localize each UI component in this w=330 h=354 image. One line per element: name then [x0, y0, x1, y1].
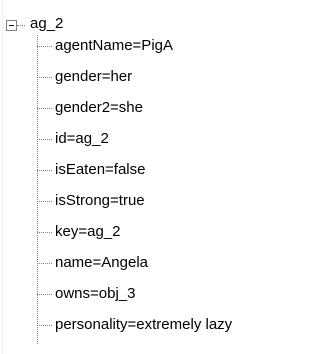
left-edge-rule — [2, 0, 3, 354]
branch-line — [37, 201, 52, 202]
branch-line — [37, 108, 52, 109]
property-tree: ag_2 agentName=PigA gender=her gender2=s… — [0, 0, 330, 354]
branch-line — [37, 263, 52, 264]
branch-line — [37, 170, 52, 171]
branch-line — [37, 46, 52, 47]
tree-node-label: isEaten=false — [55, 161, 146, 178]
branch-line — [37, 232, 52, 233]
tree-node-label: isStrong=true — [55, 192, 145, 209]
tree-node-root[interactable]: ag_2 — [30, 14, 63, 34]
tree-node-label: owns=obj_3 — [55, 285, 136, 302]
branch-line — [37, 294, 52, 295]
tree-node-label: gender=her — [55, 68, 133, 85]
minus-icon — [9, 25, 14, 26]
tree-trunk-line — [37, 35, 38, 344]
root-connector-line — [17, 25, 25, 26]
tree-node-label: key=ag_2 — [55, 223, 121, 240]
branch-line — [37, 139, 52, 140]
tree-node-label: id=ag_2 — [55, 130, 109, 147]
tree-node-label: gender2=she — [55, 99, 143, 116]
collapse-toggle-icon[interactable] — [6, 20, 17, 31]
tree-node-label: name=Angela — [55, 254, 148, 271]
tree-node-label: agentName=PigA — [55, 37, 173, 54]
branch-line — [37, 325, 52, 326]
tree-node-label: personality=extremely lazy — [55, 316, 233, 333]
branch-line — [37, 77, 52, 78]
